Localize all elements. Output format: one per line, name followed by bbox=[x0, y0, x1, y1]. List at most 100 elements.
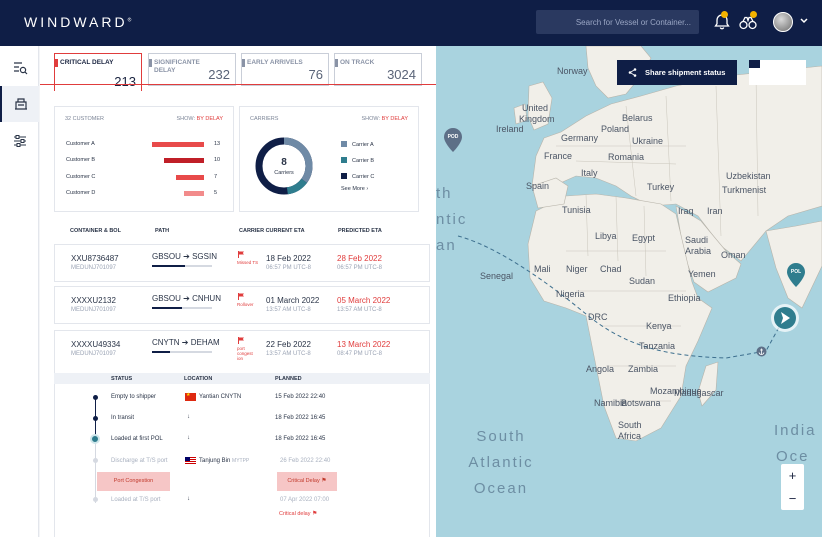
map-label: Iran bbox=[707, 206, 723, 216]
pol-pin-icon[interactable] bbox=[787, 263, 805, 287]
step-planned: 26 Feb 2022 22:40 bbox=[280, 458, 331, 464]
customer-value: 5 bbox=[214, 190, 218, 196]
critical-delay-note: Critical delay ⚑ bbox=[279, 510, 317, 517]
map-label: Saudi bbox=[685, 235, 709, 245]
ocean-label: Atlantic bbox=[468, 454, 534, 471]
show-by-delay[interactable]: SHOW: BY DELAY bbox=[177, 116, 223, 122]
flag-icon: ⚑ bbox=[321, 478, 327, 484]
vessel-position-icon[interactable] bbox=[770, 303, 800, 333]
notification-dot bbox=[721, 11, 728, 18]
brand-logo[interactable]: WINDWARD® bbox=[24, 14, 134, 30]
timeline-dot bbox=[93, 497, 98, 502]
route-arrow-icon: ➔ bbox=[183, 294, 190, 303]
down-arrow-icon: ↓ bbox=[187, 414, 190, 420]
route-from: GBSOU bbox=[152, 252, 181, 261]
map-view[interactable]: Norway United Kingdom Ireland Poland Bel… bbox=[436, 46, 822, 537]
map-label: Sudan bbox=[629, 276, 656, 286]
customer-row[interactable]: Customer C 7 bbox=[66, 174, 226, 182]
delay-tabs: CRITICAL DELAY 213 SIGNIFICANTE DELAY 23… bbox=[54, 53, 424, 91]
left-rail bbox=[0, 46, 39, 537]
legend-swatch bbox=[341, 173, 347, 179]
tab-significant-delay[interactable]: SIGNIFICANTE DELAY 232 bbox=[148, 53, 236, 86]
donut-center-label: Carriers bbox=[274, 170, 294, 176]
map-label: Niger bbox=[566, 264, 588, 274]
rail-item-filters[interactable] bbox=[0, 123, 39, 159]
map-label: Kenya bbox=[646, 321, 672, 331]
avatar[interactable] bbox=[773, 12, 793, 32]
flag-icon bbox=[238, 293, 244, 300]
flag-icon bbox=[238, 251, 244, 258]
rail-item-search[interactable] bbox=[0, 50, 39, 86]
see-more-link[interactable]: See More › bbox=[341, 186, 368, 192]
binoculars-icon[interactable] bbox=[738, 11, 758, 32]
map-label: Ethiopia bbox=[668, 293, 701, 303]
map-view-icon[interactable] bbox=[749, 60, 760, 68]
tab-early-arrivals[interactable]: EARLY ARRIVELS 76 bbox=[241, 53, 329, 86]
customer-row[interactable]: Customer A 13 bbox=[66, 141, 226, 149]
show-by-delay[interactable]: SHOW: BY DELAY bbox=[362, 116, 408, 122]
customer-value: 7 bbox=[214, 174, 218, 180]
tab-label: EARLY ARRIVELS bbox=[247, 59, 303, 66]
container-number[interactable]: XXU8736487 bbox=[71, 254, 119, 263]
step-location: Tanjung Bin MYTPP bbox=[199, 458, 249, 464]
map-label: Iraq bbox=[678, 206, 694, 216]
bol-number: MEDUNJ701097 bbox=[71, 265, 117, 271]
ocean-label: an bbox=[436, 237, 457, 254]
predicted-eta-date: 13 March 2022 bbox=[337, 340, 391, 349]
customer-value: 13 bbox=[214, 141, 221, 147]
legend-carrier-b: Carrier B bbox=[341, 157, 374, 164]
chevron-down-icon[interactable] bbox=[800, 16, 808, 26]
map-label: Angola bbox=[586, 364, 615, 374]
predicted-eta-time: 13:57 AM UTC-8 bbox=[337, 307, 382, 313]
map-label: Libya bbox=[595, 231, 617, 241]
zoom-in-button[interactable]: + bbox=[781, 464, 804, 487]
bell-icon[interactable] bbox=[712, 11, 732, 32]
container-row[interactable]: XXXXU49334 MEDUNJ701097 CNYTN ➔ DEHAM port … bbox=[54, 330, 430, 374]
route-progress bbox=[152, 307, 212, 309]
route-from: GBSOU bbox=[152, 294, 181, 303]
step-planned: 07 Apr 2022 07:00 bbox=[280, 497, 330, 503]
tab-count: 213 bbox=[114, 74, 136, 89]
rail-item-containers[interactable] bbox=[0, 86, 39, 122]
route-progress-fill bbox=[152, 307, 182, 309]
map-label: France bbox=[544, 151, 573, 161]
map-label: Ireland bbox=[496, 124, 524, 134]
tabs-underline bbox=[40, 84, 436, 85]
tab-marker bbox=[242, 59, 245, 67]
container-number[interactable]: XXXXU49334 bbox=[71, 340, 120, 349]
customer-row[interactable]: Customer D 5 bbox=[66, 190, 226, 198]
zoom-out-button[interactable]: − bbox=[781, 487, 804, 510]
container-number[interactable]: XXXXU2132 bbox=[71, 296, 116, 305]
container-row[interactable]: XXXXU2132 MEDUNJ701097 GBSOU ➔ CNHUN Rollov… bbox=[54, 286, 430, 324]
share-shipment-button[interactable]: Share shipment status bbox=[617, 60, 737, 85]
shipments-panel: CRITICAL DELAY 213 SIGNIFICANTE DELAY 23… bbox=[40, 46, 436, 537]
customer-name: Customer C bbox=[66, 174, 96, 180]
donut-center-value: 8 bbox=[281, 157, 287, 168]
customer-row[interactable]: Customer B 10 bbox=[66, 157, 226, 165]
anchor-icon[interactable] bbox=[756, 346, 767, 357]
route-arrow-icon: ➔ bbox=[183, 252, 190, 261]
route-path: CNYTN ➔ DEHAM bbox=[152, 338, 220, 347]
search-input[interactable] bbox=[536, 10, 699, 34]
down-arrow-icon: ↓ bbox=[187, 496, 190, 502]
show-label: SHOW: bbox=[361, 116, 381, 122]
tab-label: CRITICAL DELAY bbox=[60, 59, 114, 66]
container-row[interactable]: XXU8736487 MEDUNJ701097 GBSOU ➔ SGSIN Misse… bbox=[54, 244, 430, 282]
map-label: Italy bbox=[581, 168, 598, 178]
tab-on-track[interactable]: ON TRACK 3024 bbox=[334, 53, 422, 86]
tab-count: 76 bbox=[308, 67, 323, 82]
tab-critical-delay[interactable]: CRITICAL DELAY 213 bbox=[54, 53, 142, 91]
legend-label: Carrier C bbox=[352, 174, 375, 180]
route-to: SGSIN bbox=[192, 252, 217, 261]
pod-pin-icon[interactable] bbox=[444, 128, 462, 152]
route-path: GBSOU ➔ SGSIN bbox=[152, 252, 217, 261]
route-arrow-icon: ➔ bbox=[181, 338, 189, 347]
predicted-eta-time: 08:47 PM UTC-8 bbox=[337, 351, 383, 357]
route-path: GBSOU ➔ CNHUN bbox=[152, 294, 221, 303]
card-title: CARRIERS bbox=[250, 116, 279, 122]
route-progress-fill bbox=[152, 265, 185, 267]
tab-marker bbox=[55, 59, 58, 67]
map-label: Egypt bbox=[632, 233, 656, 243]
step-status: Loaded at T/S port bbox=[111, 497, 161, 503]
map-label: Norway bbox=[557, 66, 588, 76]
